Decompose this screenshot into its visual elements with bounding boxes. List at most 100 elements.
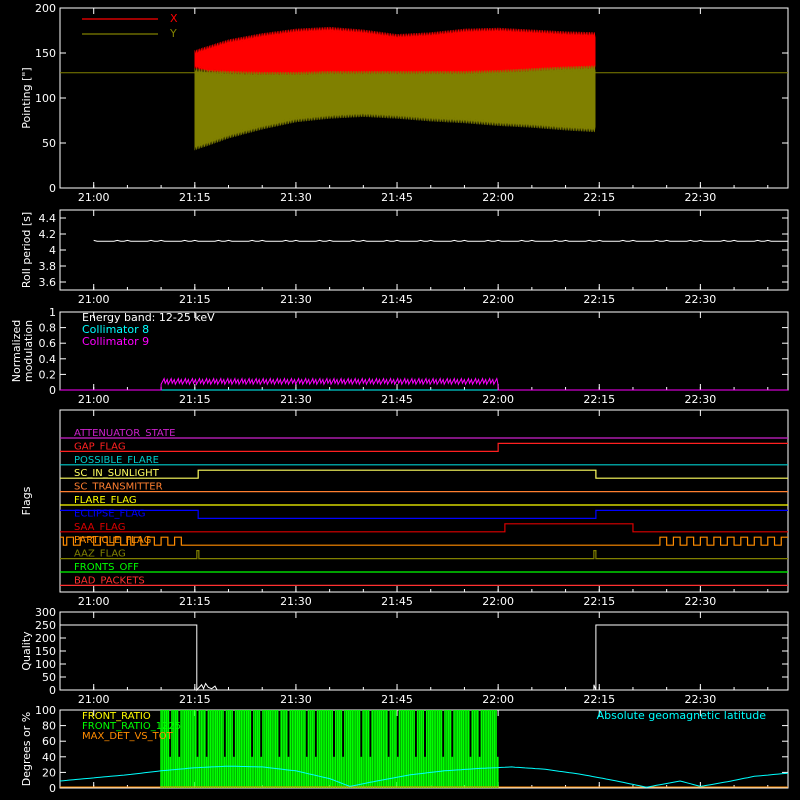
- x-tick-label: 21:15: [179, 393, 211, 406]
- flag-label: ATTENUATOR_STATE: [74, 428, 175, 439]
- y-axis-label: Flags: [20, 486, 33, 515]
- x-tick-label: 22:15: [583, 191, 615, 204]
- front-ratio-bars: [160, 710, 499, 788]
- legend-max-det-vs-tot: MAX_DET_VS_TOT: [82, 731, 174, 742]
- x-tick-label: 21:30: [280, 595, 312, 608]
- y-tick-label: 1: [49, 306, 56, 319]
- flag-label: BAD_PACKETS: [74, 575, 145, 586]
- y-tick-label: 150: [35, 47, 56, 60]
- flag-label: SC_IN_SUNLIGHT: [74, 468, 160, 479]
- x-tick-label: 21:00: [78, 693, 110, 706]
- x-tick-label: 21:15: [179, 693, 211, 706]
- y-axis-label: Roll period [s]: [20, 212, 33, 288]
- y-axis-label: Quality: [20, 631, 33, 671]
- x-tick-label: 22:15: [583, 293, 615, 306]
- y-tick-label: 100: [35, 658, 56, 671]
- flag-label: PARTICLE_FLAG: [74, 535, 151, 546]
- y-tick-label: 20: [42, 766, 56, 779]
- y-axis-label: Normalizedmodulation: [10, 320, 35, 382]
- y-tick-label: 100: [35, 92, 56, 105]
- legend-x-label: X: [170, 12, 178, 25]
- legend-collimator-9: Collimator 9: [82, 335, 149, 348]
- x-tick-label: 22:30: [685, 393, 717, 406]
- collimator-9-line: [60, 377, 788, 391]
- y-tick-label: 100: [35, 704, 56, 717]
- x-tick-label: 21:30: [280, 393, 312, 406]
- x-tick-label: 22:30: [685, 595, 717, 608]
- flag-line-gap-flag: [60, 442, 788, 452]
- y-tick-label: 50: [42, 137, 56, 150]
- y-axis-label: Pointing ["]: [20, 67, 33, 128]
- flag-line-particle-flag: [60, 536, 788, 546]
- y-tick-label: 200: [35, 2, 56, 15]
- x-tick-label: 22:00: [482, 293, 514, 306]
- y-tick-label: 0.6: [39, 337, 57, 350]
- roll-period-line: [93, 239, 788, 242]
- x-tick-label: 22:00: [482, 595, 514, 608]
- x-tick-label: 22:30: [685, 191, 717, 204]
- flag-label: ECLIPSE_FLAG: [74, 508, 145, 519]
- y-tick-label: 3.6: [39, 276, 57, 289]
- y-tick-label: 0.2: [39, 368, 57, 381]
- flag-label: FRONTS_OFF: [74, 562, 139, 573]
- flag-label: POSSIBLE_FLARE: [74, 455, 159, 466]
- x-tick-label: 22:15: [583, 693, 615, 706]
- y-tick-label: 0: [49, 182, 56, 195]
- y-series-band: [194, 65, 596, 151]
- panel-frame-1: [59, 209, 789, 291]
- x-tick-label: 21:30: [280, 693, 312, 706]
- y-tick-label: 4.4: [39, 212, 57, 225]
- y-tick-label: 0: [49, 384, 56, 397]
- y-tick-label: 0.8: [39, 322, 57, 335]
- x-tick-label: 22:00: [482, 693, 514, 706]
- panel-frame-4: [59, 611, 789, 691]
- x-tick-label: 22:30: [685, 693, 717, 706]
- legend-y-label: Y: [169, 27, 177, 40]
- flag-line-sc-in-sunlight: [60, 469, 788, 479]
- x-tick-label: 22:00: [482, 191, 514, 204]
- quality-line: [60, 624, 788, 692]
- flag-label: AAZ_FLAG: [74, 549, 126, 560]
- x-tick-label: 21:00: [78, 595, 110, 608]
- x-series-band: [194, 26, 596, 78]
- flag-line-saa-flag: [60, 523, 788, 533]
- y-tick-label: 3.8: [39, 260, 57, 273]
- x-tick-label: 21:00: [78, 393, 110, 406]
- x-tick-label: 21:00: [78, 293, 110, 306]
- x-tick-label: 21:45: [381, 595, 413, 608]
- flag-line-eclipse-flag: [60, 509, 788, 519]
- flag-line-aaz-flag: [60, 550, 788, 560]
- x-tick-label: 21:30: [280, 293, 312, 306]
- x-tick-label: 22:30: [685, 293, 717, 306]
- y-tick-label: 40: [42, 751, 56, 764]
- x-tick-label: 21:45: [381, 693, 413, 706]
- x-tick-label: 21:45: [381, 393, 413, 406]
- x-tick-label: 21:45: [381, 191, 413, 204]
- y-tick-label: 0.4: [39, 353, 57, 366]
- flag-label: FLARE_FLAG: [74, 495, 137, 506]
- y-axis-label: Degrees or %: [20, 712, 33, 786]
- flag-label: SC_TRANSMITTER: [74, 482, 163, 493]
- y-tick-label: 4: [49, 244, 56, 257]
- y-tick-label: 200: [35, 632, 56, 645]
- x-tick-label: 21:00: [78, 191, 110, 204]
- y-tick-label: 0: [49, 684, 56, 697]
- figure: 21:00 21:15 21:30 21:45 22:00 22:15 22:3005010…: [10, 2, 789, 795]
- y-tick-label: 150: [35, 645, 56, 658]
- flag-label: SAA_FLAG: [74, 522, 125, 533]
- x-tick-label: 21:30: [280, 191, 312, 204]
- x-tick-label: 21:15: [179, 595, 211, 608]
- y-tick-label: 80: [42, 720, 56, 733]
- y-tick-label: 300: [35, 606, 56, 619]
- pointing-plot: [60, 26, 788, 151]
- x-tick-label: 22:15: [583, 393, 615, 406]
- y-tick-label: 0: [49, 782, 56, 795]
- x-tick-label: 22:00: [482, 393, 514, 406]
- flag-label: GAP_FLAG: [74, 441, 126, 452]
- x-tick-label: 22:15: [583, 595, 615, 608]
- x-tick-label: 21:15: [179, 191, 211, 204]
- y-tick-label: 60: [42, 735, 56, 748]
- x-tick-label: 21:15: [179, 293, 211, 306]
- latitude-annotation: Absolute geomagnetic latitude: [597, 709, 767, 722]
- x-tick-label: 21:45: [381, 293, 413, 306]
